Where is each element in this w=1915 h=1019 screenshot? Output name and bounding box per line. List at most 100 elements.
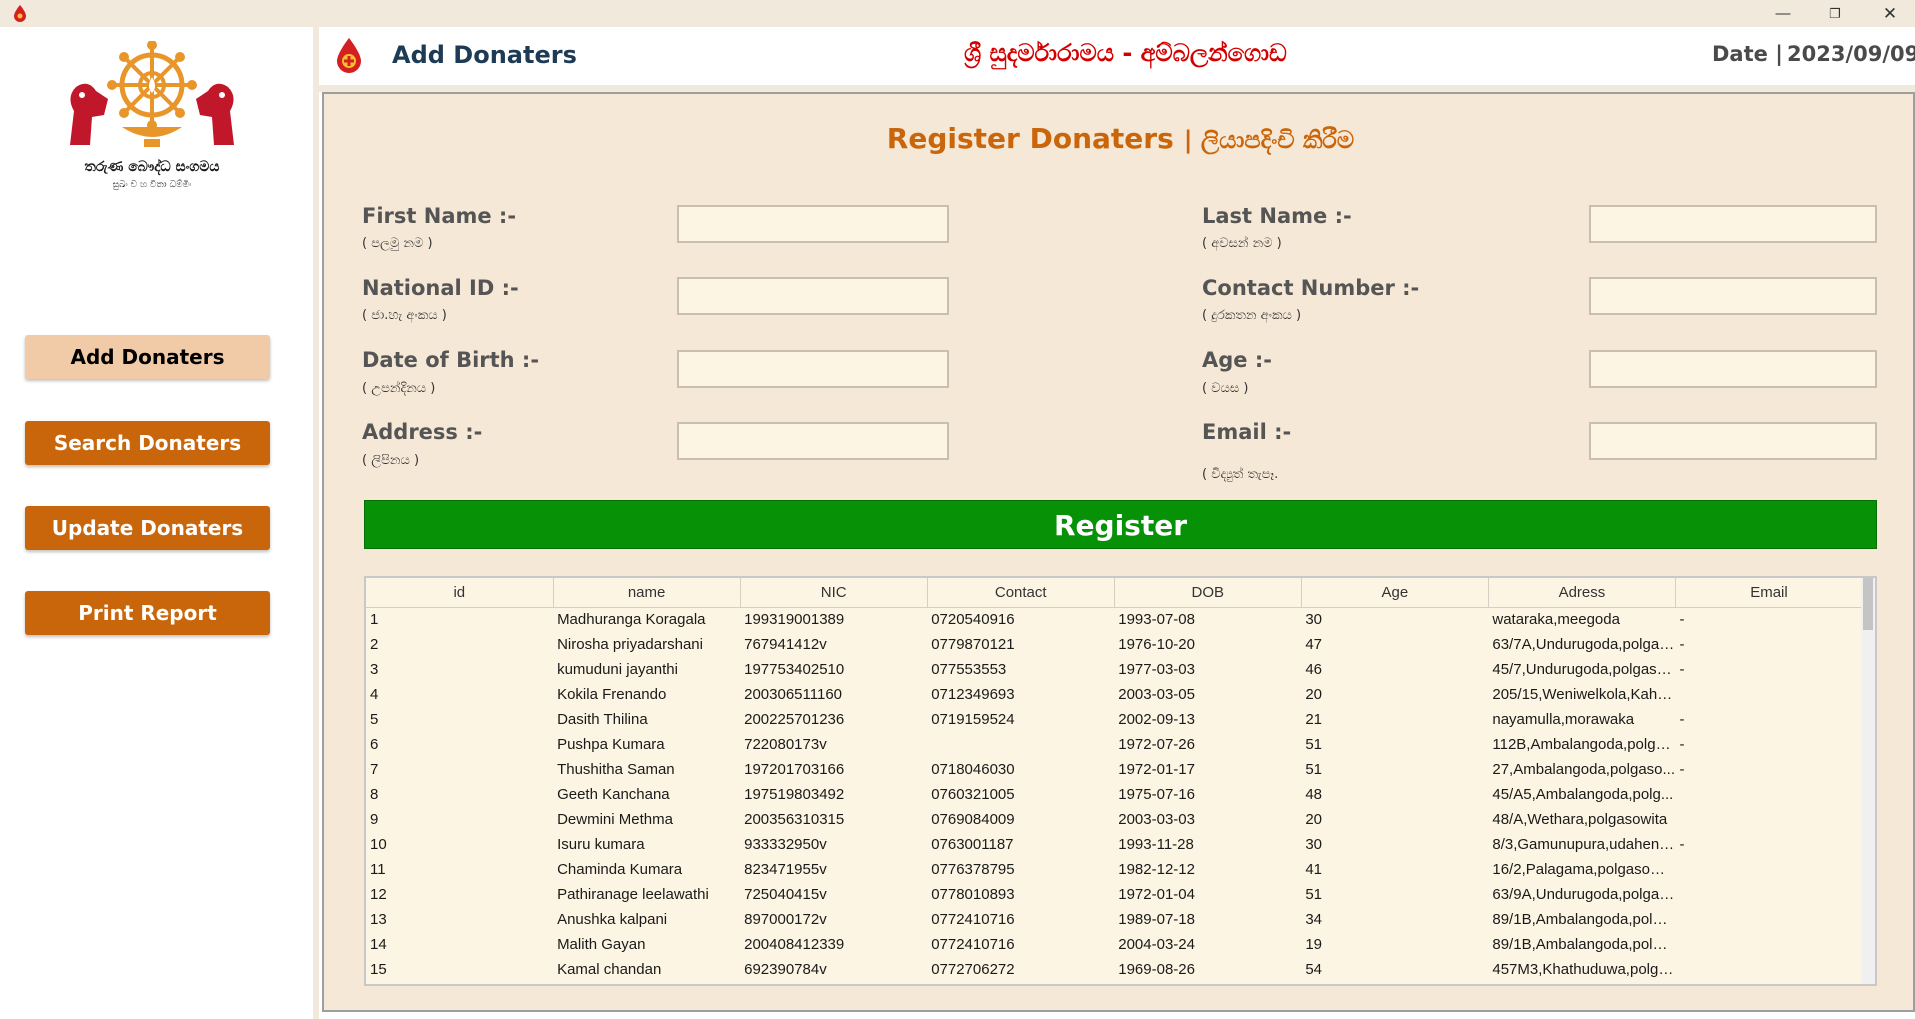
- register-button[interactable]: Register: [364, 500, 1877, 549]
- table-row[interactable]: 7 Thushitha Saman 197201703166 0718046030 19…: [366, 757, 1863, 782]
- table-row[interactable]: 9 Dewmini Methma 200356310315 0769084009 200…: [366, 807, 1863, 832]
- column-header-email[interactable]: Email: [1675, 578, 1864, 608]
- table-cell-adress: nayamulla,morawaka: [1492, 711, 1635, 728]
- date-of-birth-sublabel: ( උපන්දිනය ): [362, 381, 436, 396]
- sidebar: තරුණ බෞද්ධ සංගමය සුඛං ච හ වීතා ධම්මිං Ad…: [0, 27, 313, 1019]
- table-cell-contact: 0772706272: [931, 961, 1015, 978]
- table-cell-age: 46: [1305, 661, 1322, 678]
- last-name-input[interactable]: [1589, 205, 1877, 243]
- national-id-label: National ID :-: [362, 276, 519, 300]
- table-row[interactable]: 3 kumuduni jayanthi 197753402510 077553553 1…: [366, 657, 1863, 682]
- table-cell-contact: 0720540916: [931, 611, 1015, 629]
- table-cell-id: 7: [370, 761, 379, 778]
- table-row[interactable]: 5 Dasith Thilina 200225701236 0719159524 200…: [366, 707, 1863, 732]
- table-row[interactable]: 4 Kokila Frenando 200306511160 0712349693 20…: [366, 682, 1863, 707]
- table-cell-name: Pushpa Kumara: [557, 736, 665, 753]
- table-cell-adress: 48/A,Wethara,polgasowita: [1492, 811, 1668, 828]
- table-cell-age: 34: [1305, 911, 1322, 928]
- column-header-id[interactable]: id: [366, 578, 554, 608]
- address-label: Address :-: [362, 420, 483, 444]
- email-input[interactable]: [1589, 422, 1877, 460]
- nav-search-donaters-button[interactable]: Search Donaters: [25, 421, 270, 465]
- nav-add-donaters-button[interactable]: Add Donaters: [25, 335, 270, 379]
- table-cell-dob: 1977-03-03: [1118, 661, 1195, 678]
- table-row[interactable]: 13 Anushka kalpani 897000172v 0772410716 198…: [366, 907, 1863, 932]
- table-cell-name: Malith Gayan: [557, 936, 646, 953]
- table-cell-contact: 0778010893: [931, 886, 1015, 903]
- column-header-contact[interactable]: Contact: [927, 578, 1115, 608]
- table-row[interactable]: 15 Kamal chandan 692390784v 0772706272 1969-…: [366, 957, 1863, 982]
- close-button[interactable]: ✕: [1867, 0, 1913, 27]
- nav-update-donaters-button[interactable]: Update Donaters: [25, 506, 270, 550]
- blood-drop-icon: [14, 5, 26, 22]
- table-cell-contact: 0760321005: [931, 786, 1015, 803]
- table-cell-nic: 767941412v: [744, 636, 827, 653]
- table-cell-nic: 933332950v: [744, 836, 827, 853]
- table-row[interactable]: 11 Chaminda Kumara 823471955v 0776378795 198…: [366, 857, 1863, 882]
- column-header-name[interactable]: name: [553, 578, 741, 608]
- table-cell-name: Madhuranga Koragala: [557, 611, 706, 629]
- table-row[interactable]: 2 Nirosha priyadarshani 767941412v 07798701…: [366, 632, 1863, 657]
- table-scrollbar[interactable]: [1861, 578, 1875, 984]
- table-cell-name: Nirosha priyadarshani: [557, 636, 703, 653]
- sidebar-divider: [313, 27, 319, 1019]
- table-cell-contact: [927, 732, 1114, 757]
- table-cell-id: 5: [370, 711, 379, 728]
- contact-number-input[interactable]: [1589, 277, 1877, 315]
- date-of-birth-input[interactable]: [677, 350, 949, 388]
- table-cell-dob: 1989-07-18: [1118, 911, 1195, 928]
- table-cell-email: -: [1679, 836, 1685, 853]
- table-cell-nic: 692390784v: [744, 961, 827, 978]
- table-cell-email: -: [1679, 761, 1685, 778]
- table-row[interactable]: 14 Malith Gayan 200408412339 0772410716 2004…: [366, 932, 1863, 957]
- date-of-birth-label: Date of Birth :-: [362, 348, 540, 372]
- column-header-adress[interactable]: Adress: [1488, 578, 1676, 608]
- table-cell-dob: 2003-03-05: [1118, 686, 1195, 703]
- table-cell-adress: 89/1B,Ambalangoda,polga...: [1492, 911, 1676, 928]
- column-header-nic[interactable]: NIC: [740, 578, 928, 608]
- table-cell-email: [1675, 907, 1862, 932]
- table-cell-contact: 0779870121: [931, 636, 1015, 653]
- table-cell-age: 30: [1305, 836, 1322, 853]
- national-id-input[interactable]: [677, 277, 949, 315]
- email-sublabel: ( විද්‍යුත් තැපෑ.: [1202, 467, 1279, 482]
- table-cell-email: [1675, 957, 1862, 982]
- minimize-button[interactable]: —: [1760, 0, 1806, 27]
- table-row[interactable]: 12 Pathiranage leelawathi 725040415v 077801…: [366, 882, 1863, 907]
- table-row[interactable]: 1 Madhuranga Koragala 199319001389 07205409…: [366, 607, 1863, 632]
- last-name-sublabel: ( අවසන් නම ): [1202, 236, 1282, 251]
- address-sublabel: ( ලිපිනය ): [362, 453, 420, 468]
- first-name-sublabel: ( පලමු නම ): [362, 236, 433, 251]
- table-row[interactable]: 8 Geeth Kanchana 197519803492 0760321005 197…: [366, 782, 1863, 807]
- donaters-table-grid: id name NIC Contact DOB Age Adress Email 1 Madhu…: [366, 578, 1864, 982]
- table-cell-email: [1675, 782, 1862, 807]
- table-cell-nic: 197519803492: [744, 786, 845, 803]
- table-cell-email: [1675, 882, 1862, 907]
- donaters-table[interactable]: id name NIC Contact DOB Age Adress Email 1 Madhu…: [364, 576, 1877, 986]
- table-cell-adress: 45/7,Undurugoda,polgaso...: [1492, 661, 1676, 678]
- table-cell-age: 51: [1305, 736, 1322, 753]
- table-cell-email: [1675, 932, 1862, 957]
- nav-print-report-button[interactable]: Print Report: [25, 591, 270, 635]
- address-input[interactable]: [677, 422, 949, 460]
- logo-motto: සුඛං ච හ වීතා ධම්මිං: [112, 180, 192, 190]
- table-cell-adress: 63/9A,Undurugoda,polgas...: [1492, 886, 1676, 903]
- dharma-wheel-lions-icon: [70, 40, 234, 147]
- scrollbar-thumb[interactable]: [1863, 578, 1873, 630]
- table-cell-dob: 2002-09-13: [1118, 711, 1195, 728]
- table-cell-contact: 0763001187: [931, 836, 1014, 853]
- table-row[interactable]: 10 Isuru kumara 933332950v 0763001187 1993-1…: [366, 832, 1863, 857]
- table-cell-age: 48: [1305, 786, 1322, 803]
- column-header-age[interactable]: Age: [1301, 578, 1489, 608]
- first-name-input[interactable]: [677, 205, 949, 243]
- email-label: Email :-: [1202, 420, 1292, 444]
- table-cell-adress: 63/7A,Undurugoda,polgas...: [1492, 636, 1676, 653]
- age-label: Age :-: [1202, 348, 1272, 372]
- table-row[interactable]: 6 Pushpa Kumara 722080173v 1972-07-26 51 112B…: [366, 732, 1863, 757]
- table-cell-adress: 16/2,Palagama,polgasowit...: [1492, 861, 1676, 878]
- table-cell-contact: 077553553: [931, 661, 1007, 678]
- age-input[interactable]: [1589, 350, 1877, 388]
- maximize-button[interactable]: ❐: [1812, 0, 1858, 27]
- column-header-dob[interactable]: DOB: [1114, 578, 1302, 608]
- table-cell-adress: 27,Ambalangoda,polgaso...: [1492, 761, 1676, 778]
